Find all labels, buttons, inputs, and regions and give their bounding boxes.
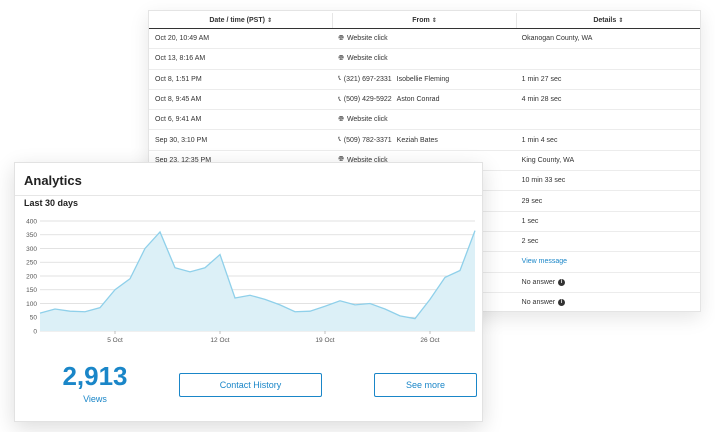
- globe-icon: 🌐︎: [338, 54, 344, 62]
- column-header-date-label: Date / time (PST): [209, 17, 265, 24]
- y-tick-label: 350: [26, 232, 37, 239]
- x-tick-label: 5 Oct: [107, 337, 123, 344]
- sort-icon: ⇕: [618, 18, 624, 24]
- views-label: Views: [83, 394, 107, 404]
- analytics-title: Analytics: [24, 173, 82, 188]
- phone-icon: 📞︎: [338, 75, 341, 83]
- details-text: 2 sec: [521, 238, 539, 246]
- cell-details: View message: [516, 252, 700, 271]
- y-tick-label: 400: [26, 218, 37, 225]
- y-tick-label: 200: [26, 273, 37, 280]
- cell-date: Oct 20, 10:49 AM: [155, 35, 210, 43]
- details-text: No answer: [521, 299, 556, 306]
- contact-history-button[interactable]: Contact History: [179, 373, 322, 397]
- cell-details: 1 min 27 sec: [516, 70, 700, 89]
- y-tick-label: 300: [26, 246, 37, 253]
- details-text: No answer: [521, 278, 556, 286]
- details-text: 29 sec: [521, 197, 543, 205]
- cell-details: King County, WA: [516, 151, 700, 170]
- details-text: 10 min 33 sec: [521, 177, 566, 185]
- cell-date: Oct 13, 8:16 AM: [155, 55, 206, 63]
- y-tick-label: 0: [33, 328, 37, 335]
- cell-details: 29 sec: [516, 191, 700, 210]
- cell-details: 4 min 28 sec: [516, 90, 700, 109]
- info-icon[interactable]: i: [558, 278, 566, 286]
- cell-details: 1 sec: [516, 212, 700, 231]
- column-header-details[interactable]: Details ⇕: [515, 13, 700, 28]
- cell-details: No answer i: [516, 273, 700, 292]
- views-area-chart: 0 50 100 150 200 250 300 350 400 5 Oct 12 Oct 19 Oc…: [26, 218, 476, 344]
- details-text: 1 min 27 sec: [521, 75, 562, 83]
- x-tick-label: 19 Oct: [315, 337, 334, 344]
- caller-phone: (509) 429-5922: [343, 96, 392, 104]
- column-header-from[interactable]: From ⇕: [332, 13, 515, 28]
- cell-details: [516, 49, 700, 68]
- column-header-details-label: Details: [593, 17, 617, 24]
- see-more-button[interactable]: See more: [374, 373, 477, 397]
- details-text: 1 min 4 sec: [521, 136, 558, 144]
- y-tick-label: 150: [26, 287, 37, 294]
- source-label: Website click: [346, 55, 388, 63]
- view-message-link[interactable]: View message: [522, 258, 567, 265]
- details-text: 1 sec: [521, 217, 539, 225]
- cell-date: Oct 6, 9:41 AM: [155, 116, 202, 124]
- column-header-from-label: From: [412, 17, 430, 24]
- table-header: Date / time (PST) ⇕ From ⇕ Details ⇕: [149, 13, 700, 29]
- cell-from: 🌐︎ Website click: [332, 110, 515, 129]
- divider: [15, 195, 482, 196]
- source-label: Website click: [346, 116, 388, 124]
- caller-phone: (509) 782-3371: [343, 136, 392, 144]
- table-row[interactable]: Oct 13, 8:16 AM 🌐︎ Website click: [149, 49, 700, 70]
- y-tick-label: 50: [30, 315, 38, 322]
- x-tick-label: 26 Oct: [420, 337, 439, 344]
- caller-name: Isobellie Fleming: [396, 75, 450, 83]
- cell-from: 🌐︎ Website click: [332, 29, 515, 48]
- caller-name: Aston Conrad: [396, 96, 440, 104]
- views-area: [40, 230, 475, 331]
- globe-icon: 🌐︎: [338, 34, 344, 42]
- caller-phone: (321) 697-2331: [343, 75, 392, 83]
- info-icon[interactable]: i: [558, 299, 566, 306]
- table-row[interactable]: Oct 8, 9:45 AM 📞︎ (509) 429-5922 Aston Conr…: [149, 90, 700, 111]
- cell-from: 🌐︎ Website click: [332, 49, 515, 68]
- x-tick-label: 12 Oct: [210, 337, 229, 344]
- table-row[interactable]: Oct 6, 9:41 AM 🌐︎ Website click: [149, 110, 700, 131]
- analytics-card: Analytics Last 30 days 0 50 100 150 200 250 30…: [14, 162, 483, 422]
- cell-date: Sep 30, 3:10 PM: [155, 136, 208, 144]
- details-text: King County, WA: [521, 156, 575, 164]
- cell-date: Oct 8, 1:51 PM: [155, 75, 202, 83]
- source-label: Website click: [346, 35, 388, 43]
- caller-name: Keziah Bates: [396, 136, 438, 144]
- views-count: 2,913: [62, 361, 128, 391]
- period-label: Last 30 days: [24, 198, 79, 208]
- table-row[interactable]: Sep 30, 3:10 PM 📞︎ (509) 782-3371 Keziah Ba…: [149, 130, 700, 151]
- phone-icon: 📞︎: [338, 136, 341, 144]
- sort-icon: ⇕: [431, 18, 437, 24]
- phone-icon: 📞︎: [338, 95, 341, 103]
- details-text: Okanogan County, WA: [521, 35, 593, 43]
- y-tick-label: 250: [26, 260, 37, 267]
- table-row[interactable]: Oct 20, 10:49 AM 🌐︎ Website click Okanogan …: [149, 29, 700, 50]
- cell-details: [516, 110, 700, 129]
- cell-from: 📞︎ (321) 697-2331 Isobellie Fleming: [332, 70, 515, 89]
- cell-details: Okanogan County, WA: [516, 29, 700, 48]
- y-tick-label: 100: [26, 301, 37, 308]
- cell-from: 📞︎ (509) 782-3371 Keziah Bates: [332, 130, 515, 149]
- cell-details: 1 min 4 sec: [516, 130, 700, 149]
- cell-details: 2 sec: [516, 232, 700, 251]
- cell-date: Oct 8, 9:45 AM: [155, 96, 202, 104]
- cell-details: 10 min 33 sec: [516, 171, 700, 190]
- cell-details: No answer i: [516, 293, 700, 311]
- column-header-date[interactable]: Date / time (PST) ⇕: [149, 13, 332, 28]
- details-text: 4 min 28 sec: [521, 96, 562, 104]
- globe-icon: 🌐︎: [338, 115, 344, 123]
- sort-icon: ⇕: [266, 18, 272, 24]
- table-row[interactable]: Oct 8, 1:51 PM 📞︎ (321) 697-2331 Isobellie …: [149, 70, 700, 90]
- cell-from: 📞︎ (509) 429-5922 Aston Conrad: [332, 90, 515, 109]
